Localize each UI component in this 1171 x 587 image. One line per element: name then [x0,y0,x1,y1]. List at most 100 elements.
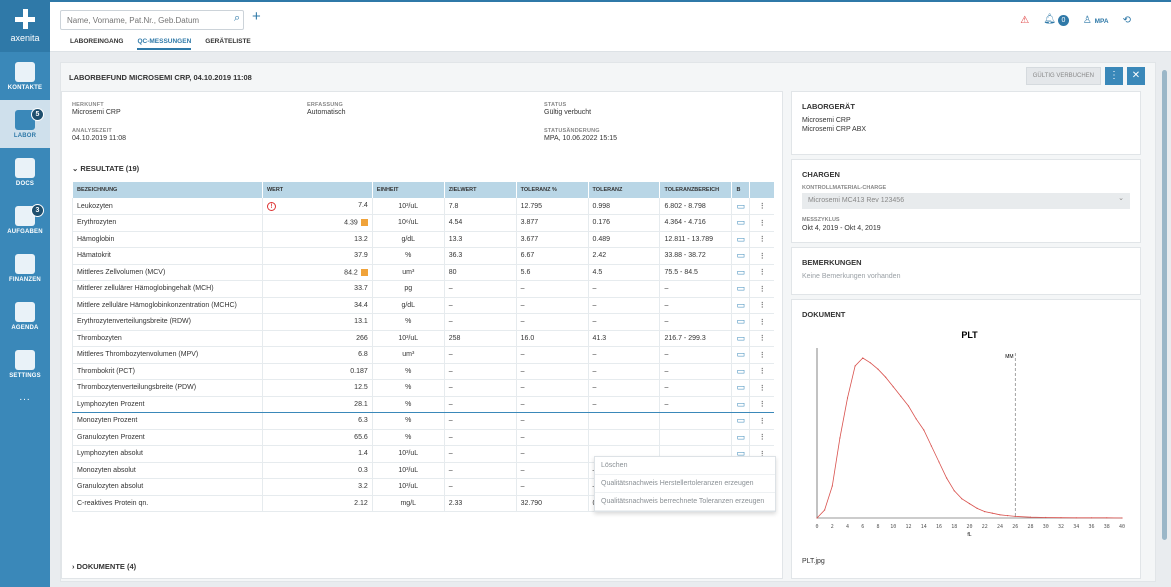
plt-chart[interactable]: PLT0 2 4 6 8 10 12 14 16 18 20 22 24 26 28 30 32 34 36 38 40… [802,328,1132,548]
row-menu-icon[interactable]: ⋮ [759,335,766,342]
row-menu-icon[interactable]: ⋮ [759,203,766,210]
sidebar-item-finanzen[interactable]: FINANZEN [0,244,50,292]
valid-book-button[interactable]: GÜLTIG VERBUCHEN [1025,67,1101,85]
comment-icon[interactable]: ▭ [737,217,746,227]
sidebar-item-aufgaben[interactable]: 3 AUFGABEN [0,196,50,244]
document-icon [15,157,35,178]
results-toggle[interactable]: ⌄ RESULTATE (19) [72,164,139,173]
cell-value: 6.8 [358,351,368,359]
column-header[interactable]: TOLERANZ [587,182,660,198]
comment-icon[interactable]: ▭ [737,201,746,211]
comment-icon[interactable]: ▭ [737,333,746,343]
column-header[interactable]: WERT [261,182,373,198]
table-row[interactable]: Leukozyten! 7.4 10³/uL 7.8 12.795 0.998 6.802 … [72,198,774,215]
comment-icon[interactable]: ▭ [737,366,746,376]
documents-toggle[interactable]: › DOKUMENTE (4) [72,562,136,571]
search-icon[interactable]: ⌕ [234,12,240,25]
comment-icon[interactable]: ▭ [737,234,746,244]
table-cell: Hämatokrit [72,247,263,265]
sidebar-item-agenda[interactable]: AGENDA [0,292,50,340]
row-menu-icon[interactable]: ⋮ [759,352,766,359]
row-menu-icon[interactable]: ⋮ [759,418,766,425]
sidebar-item-docs[interactable]: DOCS [0,148,50,196]
table-row[interactable]: Lymphozyten Prozent 28.1% – – – – ▭ ⋮ [72,395,774,413]
comment-icon[interactable]: ▭ [737,283,746,293]
table-row[interactable]: Erythrozytenverteilungsbreite (RDW) 13.1%… [72,313,774,331]
comment-icon[interactable]: ▭ [737,250,746,260]
table-row[interactable]: Thrombokrit (PCT) 0.187% – – – – ▭ ⋮ [72,363,774,380]
tab-laboreingang[interactable]: LABOREINGANG [70,38,123,50]
close-button[interactable]: ✕ [1127,67,1145,85]
row-menu-icon[interactable]: ⋮ [759,401,766,408]
table-cell: – [443,313,517,331]
row-menu-icon[interactable]: ⋮ [759,220,766,227]
column-header[interactable]: TOLERANZ % [515,182,589,198]
column-header[interactable]: B [731,182,750,198]
row-menu-icon[interactable]: ⋮ [759,385,766,392]
table-cell: % [371,395,445,413]
sync-icon[interactable]: ⟲ [1123,15,1131,26]
comment-icon[interactable]: ▭ [737,382,746,392]
table-row[interactable]: Granulozyten Prozent 65.6% – – ▭ ⋮ [72,429,774,446]
table-row[interactable]: Thrombozyten 266 10³/uL 258 16.0 41.3 216.7 - … [72,330,774,347]
row-menu-icon[interactable]: ⋮ [759,253,766,260]
sidebar-item-settings[interactable]: SETTINGS [0,340,50,388]
tab-geraeteliste[interactable]: GERÄTELISTE [205,38,251,50]
table-row[interactable]: Hämoglobin 13.2 g/dL 13.3 3.677 0.489 12.811 -… [72,231,774,248]
table-cell: – [515,297,589,314]
data-point [1106,517,1108,519]
table-row[interactable]: Hämatokrit 37.9% 36.3 6.67 2.42 33.88 - 38.72… [72,247,774,265]
table-row[interactable]: Mittleres Thrombozytenvolumen (MPV) 6.8 um… [72,346,774,364]
more-options-button[interactable]: ⋮ [1105,67,1123,85]
table-row[interactable]: Monozyten Prozent 6.3% – – ▭ ⋮ [72,412,774,430]
document-filename[interactable]: PLT.jpg [802,558,825,565]
column-header[interactable]: BEZEICHNUNG [72,182,263,198]
table-cell: 0.998 [587,198,660,215]
scrollbar[interactable] [1162,70,1167,540]
column-header[interactable]: EINHEIT [371,182,445,198]
row-menu-icon[interactable]: ⋮ [759,368,766,375]
table-row[interactable]: Mittleres Zellvolumen (MCV) 84.2 um³ 80 5.6 4… [72,264,774,281]
comment-cell: ▭ [731,313,750,331]
menu-item-delete[interactable]: Löschen [595,457,775,475]
column-header[interactable]: ZIELWERT [443,182,517,198]
table-row[interactable]: Mittlere zelluläre Hämoglobinkonzentrati… [72,297,774,314]
table-row[interactable]: Erythrozyten 4.39 10⁶/uL 4.54 3.877 0.176 4.36… [72,214,774,232]
table-cell: 37.9 [261,247,373,265]
comment-icon[interactable]: ▭ [737,415,746,425]
comment-icon[interactable]: ▭ [737,267,746,277]
menu-item-calculated-tolerances[interactable]: Qualitätsnachweis berrechnete Toleranzen… [595,493,775,511]
comment-icon[interactable]: ▭ [737,432,746,442]
app-logo[interactable]: axenita [0,0,50,52]
comment-icon[interactable]: ▭ [737,300,746,310]
row-menu-icon[interactable]: ⋮ [759,236,766,243]
data-point [915,418,917,420]
add-icon[interactable]: + [252,8,261,25]
sidebar-item-kontakte[interactable]: KONTAKTE [0,52,50,100]
charge-select[interactable]: Microsemi MC413 Rev 123456 [802,193,1130,209]
row-menu-icon[interactable]: ⋮ [759,269,766,276]
tab-qc-messungen[interactable]: QC-MESSUNGEN [137,38,192,50]
table-cell: Monozyten absolut [72,462,263,479]
comment-icon[interactable]: ▭ [737,349,746,359]
search-input[interactable] [60,10,244,30]
comment-icon[interactable]: ▭ [737,399,746,409]
warning-icon[interactable]: ⚠ [1020,15,1029,26]
table-row[interactable]: Mittlerer zellulärer Hämoglobingehalt (M… [72,280,774,298]
comment-icon[interactable]: ▭ [737,316,746,326]
menu-item-manufacturer-tolerances[interactable]: Qualitätsnachweis Herstellertoleranzen e… [595,475,775,493]
x-axis-label: fL [967,532,971,538]
bell-icon[interactable]: 🔔︎ 0 [1043,14,1069,26]
cell-value: 4.39 [344,219,358,227]
sidebar-item-labor[interactable]: 5 LABOR [0,100,50,148]
row-menu-icon[interactable]: ⋮ [759,319,766,326]
row-menu-icon[interactable]: ⋮ [759,286,766,293]
more-button[interactable]: ... [0,392,50,403]
user-menu[interactable]: ♙ MPA [1083,15,1109,26]
column-header[interactable]: TOLERANZBEREICH [659,182,732,198]
row-menu-icon[interactable]: ⋮ [759,302,766,309]
table-row[interactable]: Thrombozytenverteilungsbreite (PDW) 12.5%… [72,379,774,397]
table-cell: mg/L [371,495,445,512]
chevron-down-icon: ⌄ [72,164,79,173]
row-menu-icon[interactable]: ⋮ [759,434,766,441]
